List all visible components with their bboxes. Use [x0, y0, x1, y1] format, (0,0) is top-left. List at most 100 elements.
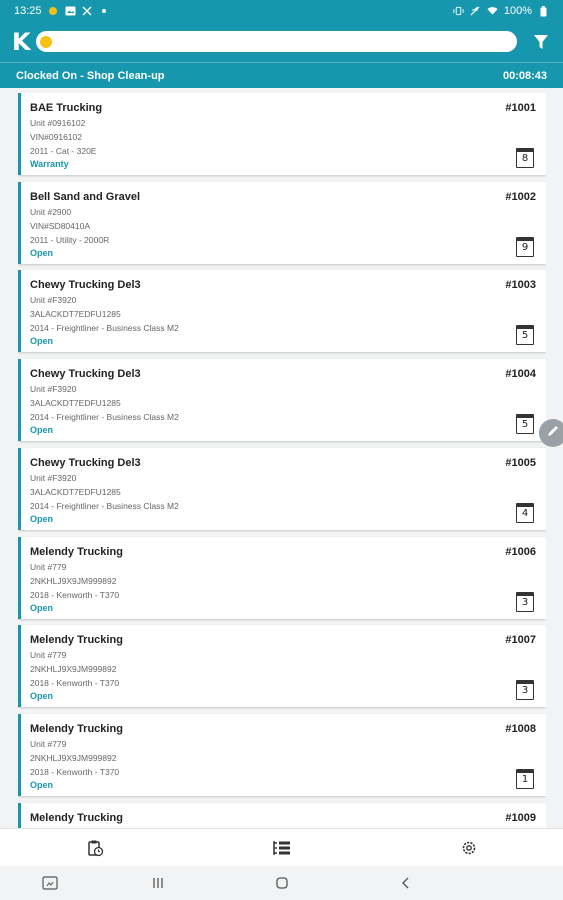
search-input[interactable]	[36, 31, 517, 52]
calendar-count-icon: 1	[516, 769, 534, 789]
work-order-number: #1005	[505, 457, 536, 469]
customer-name: Bell Sand and Gravel	[30, 191, 141, 203]
edit-side-button[interactable]	[539, 419, 563, 447]
work-order-list-icon[interactable]	[272, 838, 292, 858]
vin-number: VIN#SD80410A	[30, 221, 91, 231]
work-order-card[interactable]: Bell Sand and Gravel #1002 Unit #2900 VIN#S…	[18, 182, 546, 264]
calendar-count: 3	[521, 685, 529, 696]
calendar-count-icon: 3	[516, 680, 534, 700]
back-icon[interactable]	[398, 875, 414, 891]
calendar-count-icon: 5	[516, 414, 534, 434]
calendar-count-icon: 4	[516, 503, 534, 523]
unit-number: Unit #F3920	[30, 384, 77, 394]
work-order-number: #1006	[505, 546, 536, 558]
status-bar: 13:25 100%	[0, 0, 563, 22]
clock-on-timer: 00:08:43	[502, 69, 547, 82]
mute-icon	[470, 6, 481, 17]
vin-number: 2NKHLJ9X9JM999892	[30, 753, 117, 763]
work-order-number: #1007	[505, 634, 536, 646]
bottom-navigation	[0, 828, 563, 866]
calendar-count: 8	[521, 153, 529, 164]
home-icon[interactable]	[274, 875, 290, 891]
vin-number: 3ALACKDT7EDFU1285	[30, 487, 121, 497]
unit-number: Unit #779	[30, 650, 67, 660]
unit-number: Unit #2900	[30, 207, 72, 217]
customer-name: Chewy Trucking Del3	[30, 368, 141, 380]
work-order-number: #1008	[505, 723, 536, 735]
calendar-count: 5	[521, 419, 529, 430]
pencil-icon	[546, 424, 560, 443]
work-order-number: #1004	[505, 368, 536, 380]
screenshot-icon[interactable]	[42, 875, 58, 891]
clock-on-bar[interactable]: Clocked On - Shop Clean-up 00:08:43	[0, 62, 563, 88]
status-badge: Open	[30, 248, 54, 258]
logo-letter: K	[12, 28, 31, 56]
image-icon	[65, 6, 76, 17]
vehicle-description: 2011 - Utility - 2000R	[30, 235, 110, 245]
calendar-count-icon: 3	[516, 592, 534, 612]
recent-apps-icon[interactable]	[150, 875, 166, 891]
status-badge: Open	[30, 425, 54, 435]
system-navigation-bar	[0, 866, 563, 900]
vin-number: VIN#0916102	[30, 132, 82, 142]
circle-dot-icon	[48, 6, 59, 17]
work-order-card[interactable]: Melendy Trucking #1006 Unit #779 2NKHLJ9X9J…	[18, 537, 546, 619]
vin-number: 3ALACKDT7EDFU1285	[30, 309, 121, 319]
logo-dot	[40, 36, 52, 48]
work-order-card[interactable]: Chewy Trucking Del3 #1004 Unit #F3920 3ALAC…	[18, 359, 546, 441]
unit-number: Unit #779	[30, 739, 67, 749]
customer-name: Melendy Trucking	[30, 546, 123, 558]
vin-number: 2NKHLJ9X9JM999892	[30, 576, 117, 586]
calendar-count: 5	[521, 330, 529, 341]
vehicle-description: 2014 - Freightliner - Business Class M2	[30, 323, 179, 333]
calendar-count-icon: 9	[516, 237, 534, 257]
status-badge: Open	[30, 336, 54, 346]
customer-name: Chewy Trucking Del3	[30, 457, 141, 469]
app-bar: K	[0, 22, 563, 62]
filter-icon[interactable]	[533, 33, 549, 51]
vibrate-icon	[453, 6, 464, 17]
calendar-count-icon: 8	[516, 148, 534, 168]
battery-percent: 100%	[503, 5, 532, 17]
settings-gear-icon[interactable]	[459, 838, 479, 858]
work-order-card[interactable]: Melendy Trucking #1007 Unit #779 2NKHLJ9X9J…	[18, 625, 546, 707]
vin-number: 3ALACKDT7EDFU1285	[30, 398, 121, 408]
unit-number: Unit #0916102	[30, 118, 86, 128]
vehicle-description: 2014 - Freightliner - Business Class M2	[30, 412, 179, 422]
status-time: 13:25	[14, 5, 42, 17]
vehicle-description: 2018 - Kenworth - T370	[30, 590, 120, 600]
status-badge: Warranty	[30, 159, 69, 169]
status-badge: Open	[30, 691, 54, 701]
clipboard-clock-icon[interactable]	[85, 838, 105, 858]
customer-name: Chewy Trucking Del3	[30, 279, 141, 291]
calendar-count: 1	[521, 774, 529, 785]
customer-name: Melendy Trucking	[30, 812, 123, 824]
vehicle-description: 2018 - Kenworth - T370	[30, 767, 120, 777]
battery-icon	[538, 5, 549, 17]
tools-icon	[82, 6, 93, 17]
vehicle-description: 2014 - Freightliner - Business Class M2	[30, 501, 179, 511]
vehicle-description: 2018 - Kenworth - T370	[30, 678, 120, 688]
status-badge: Open	[30, 514, 54, 524]
clock-on-label: Clocked On - Shop Clean-up	[16, 69, 165, 82]
wifi-icon	[487, 6, 498, 17]
work-order-number: #1001	[505, 102, 536, 114]
work-order-card[interactable]: Melendy Trucking #1009	[18, 803, 546, 828]
customer-name: Melendy Trucking	[30, 634, 123, 646]
customer-name: BAE Trucking	[30, 102, 103, 114]
work-order-card[interactable]: Chewy Trucking Del3 #1003 Unit #F3920 3ALAC…	[18, 270, 546, 352]
status-badge: Open	[30, 603, 54, 613]
customer-name: Melendy Trucking	[30, 723, 123, 735]
status-badge: Open	[30, 780, 54, 790]
calendar-count: 4	[521, 508, 529, 519]
work-order-number: #1003	[505, 279, 536, 291]
calendar-count: 9	[521, 242, 529, 253]
work-order-card[interactable]: BAE Trucking #1001 Unit #0916102 VIN#091610…	[18, 93, 546, 175]
work-order-list[interactable]: BAE Trucking #1001 Unit #0916102 VIN#091610…	[18, 93, 546, 828]
work-order-number: #1002	[505, 191, 536, 203]
work-order-card[interactable]: Chewy Trucking Del3 #1005 Unit #F3920 3ALAC…	[18, 448, 546, 530]
vin-number: 2NKHLJ9X9JM999892	[30, 664, 117, 674]
unit-number: Unit #779	[30, 562, 67, 572]
small-dot-icon	[99, 6, 110, 17]
work-order-card[interactable]: Melendy Trucking #1008 Unit #779 2NKHLJ9X9J…	[18, 714, 546, 796]
